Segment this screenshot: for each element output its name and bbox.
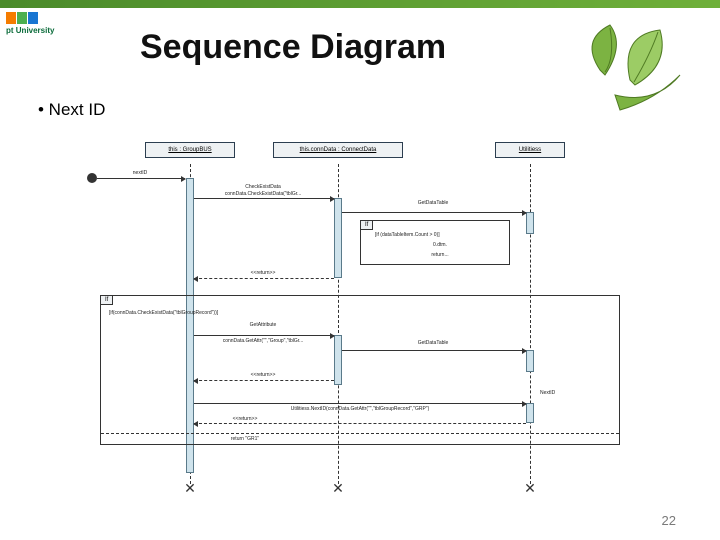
- arrow-nextid: [97, 178, 185, 179]
- label-return-end: <<return>>: [233, 416, 258, 422]
- label-checkexist-call: connData.CheckExistData("tblGr...: [225, 191, 302, 197]
- label-checkexist: CheckExistData: [245, 184, 281, 190]
- lifeline-end-a: ✕: [184, 480, 196, 497]
- label-getattr: GetAttribute: [250, 322, 277, 328]
- arrow-getdt1: [342, 212, 526, 213]
- arrow-util-nextid: [194, 403, 526, 404]
- logo: pt University: [6, 12, 54, 35]
- label-getdt1: GetDataTable: [418, 200, 449, 206]
- leaves-decoration: [560, 10, 700, 130]
- logo-block-p: [17, 12, 27, 24]
- frag-label-if2: If: [100, 295, 113, 305]
- activation-c2: [526, 350, 534, 372]
- lifeline-head-utilities: Utilitiess: [495, 142, 565, 158]
- fragment-divider: [101, 433, 619, 434]
- label-conndata-getattr: connData.GetAttr("","Group","tblGr...: [223, 338, 304, 344]
- frag-label-if1: If: [360, 220, 373, 230]
- label-util-nextid: Utilitiess.NextID(connData.GetAttr("","t…: [291, 406, 429, 412]
- label-returnm: return...: [431, 252, 448, 258]
- label-dtitem: 0.dtm.: [433, 242, 447, 248]
- lifeline-end-c: ✕: [524, 480, 536, 497]
- logo-block-t: [28, 12, 38, 24]
- arrow-return2: [194, 380, 334, 381]
- arrow-return-end: [194, 423, 526, 424]
- bullet-next-id: • Next ID: [38, 100, 105, 120]
- label-nextid2: NextID: [540, 390, 555, 396]
- label-return1: <<return>>: [251, 270, 276, 276]
- arrow-getattr: [194, 335, 334, 336]
- logo-block-f: [6, 12, 16, 24]
- logo-text: pt University: [6, 26, 54, 35]
- start-node: [87, 173, 97, 183]
- sequence-diagram: this : GroupBUS this.connData : ConnectD…: [85, 140, 645, 490]
- arrow-return1: [194, 278, 334, 279]
- label-return2: <<return>>: [251, 372, 276, 378]
- logo-blocks: [6, 12, 38, 24]
- activation-c3: [526, 403, 534, 423]
- guard-if-count: [if (dataTableItem.Count > 0)]: [375, 232, 440, 238]
- page-number: 22: [662, 513, 676, 528]
- lifeline-head-groupbus: this : GroupBUS: [145, 142, 235, 158]
- activation-c1: [526, 212, 534, 234]
- activation-b1: [334, 198, 342, 278]
- label-nextid: nextID: [133, 170, 147, 176]
- guard-if-checkexist: [if(connData.CheckExistData("tblGroupRec…: [109, 310, 218, 316]
- label-return-gr: return "GR1": [231, 436, 259, 442]
- arrow-checkexist: [194, 198, 334, 199]
- slide-title: Sequence Diagram: [140, 28, 446, 67]
- arrow-getdt2: [342, 350, 526, 351]
- header-green-bar: [0, 0, 720, 8]
- lifeline-head-connectdata: this.connData : ConnectData: [273, 142, 403, 158]
- activation-b2: [334, 335, 342, 385]
- label-getdt2: GetDataTable: [418, 340, 449, 346]
- lifeline-end-b: ✕: [332, 480, 344, 497]
